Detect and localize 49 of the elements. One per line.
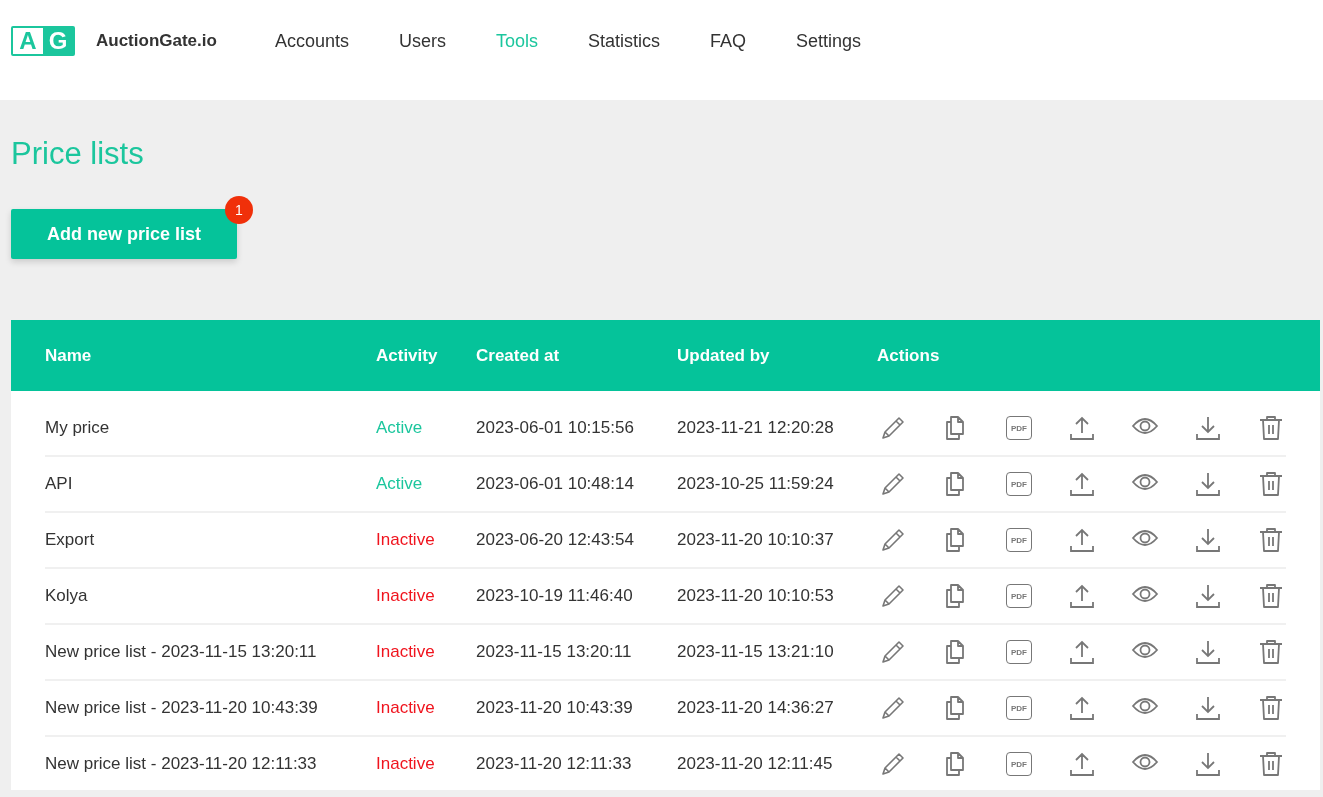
name-cell-text: New price list - 2023-11-15 13:20:11 (45, 642, 318, 662)
updated-by-cell-text: 2023-10-25 11:59:24 (677, 474, 835, 494)
updated-by-cell-text: 2023-11-21 12:20:28 (677, 418, 835, 438)
created-at-cell-text: 2023-06-01 10:15:56 (476, 418, 635, 438)
name-cell-text: New price list - 2023-11-20 12:11:33 (45, 754, 318, 774)
updated-by-cell-text: 2023-11-20 14:36:27 (677, 698, 835, 718)
nav-link[interactable]: Settings (796, 30, 862, 52)
pdf-icon[interactable]: PDF (1006, 752, 1032, 776)
created-at-cell-text: 2023-11-20 12:11:33 (476, 754, 633, 774)
name-cell-text: Kolya (45, 586, 89, 606)
column-header: Name (45, 345, 93, 366)
activity-status: Inactive (376, 698, 436, 718)
created-at-cell-text: 2023-06-20 12:43:54 (476, 530, 635, 550)
activity-status: Active (376, 474, 424, 494)
name-cell-text: My price (45, 418, 111, 438)
pdf-icon[interactable]: PDF (1006, 472, 1032, 496)
created-at-cell-text: 2023-11-20 10:43:39 (476, 698, 634, 718)
name-cell-text: API (45, 474, 74, 494)
column-header: Activity (376, 345, 439, 366)
column-header: Actions (877, 345, 941, 366)
pdf-icon[interactable]: PDF (1006, 528, 1032, 552)
pdf-icon[interactable]: PDF (1006, 416, 1032, 440)
updated-by-cell-text: 2023-11-20 10:10:37 (677, 530, 835, 550)
name-cell-text: New price list - 2023-11-20 10:43:39 (45, 698, 319, 718)
created-at-cell-text: 2023-10-19 11:46:40 (476, 586, 634, 606)
activity-status: Inactive (376, 586, 436, 606)
activity-status: Inactive (376, 642, 436, 662)
column-header: Created at (476, 345, 561, 366)
nav-link[interactable]: Accounts (274, 30, 349, 52)
nav-link[interactable]: FAQ (710, 30, 747, 52)
column-header: Updated by (677, 345, 771, 366)
created-at-cell-text: 2023-11-15 13:20:11 (476, 642, 633, 662)
pdf-icon[interactable]: PDF (1006, 584, 1032, 608)
nav-link[interactable]: Statistics (588, 30, 661, 52)
activity-status: Active (376, 418, 424, 438)
pdf-icon[interactable]: PDF (1006, 640, 1032, 664)
updated-by-cell-text: 2023-11-20 10:10:53 (677, 586, 835, 606)
activity-status: Inactive (376, 530, 436, 550)
name-cell-text: Export (45, 530, 96, 550)
activity-status: Inactive (376, 754, 436, 774)
created-at-cell-text: 2023-06-01 10:48:14 (476, 474, 635, 494)
notification-badge: 1 (225, 196, 253, 224)
logo: A G (11, 26, 75, 56)
updated-by-cell-text: 2023-11-15 13:21:10 (677, 642, 835, 662)
page-title: Price lists (11, 136, 145, 173)
brand-name: AuctionGate.io (96, 31, 217, 51)
updated-by-cell-text: 2023-11-20 12:11:45 (677, 754, 834, 774)
pdf-icon[interactable]: PDF (1006, 696, 1032, 720)
nav-link[interactable]: Users (398, 30, 446, 52)
